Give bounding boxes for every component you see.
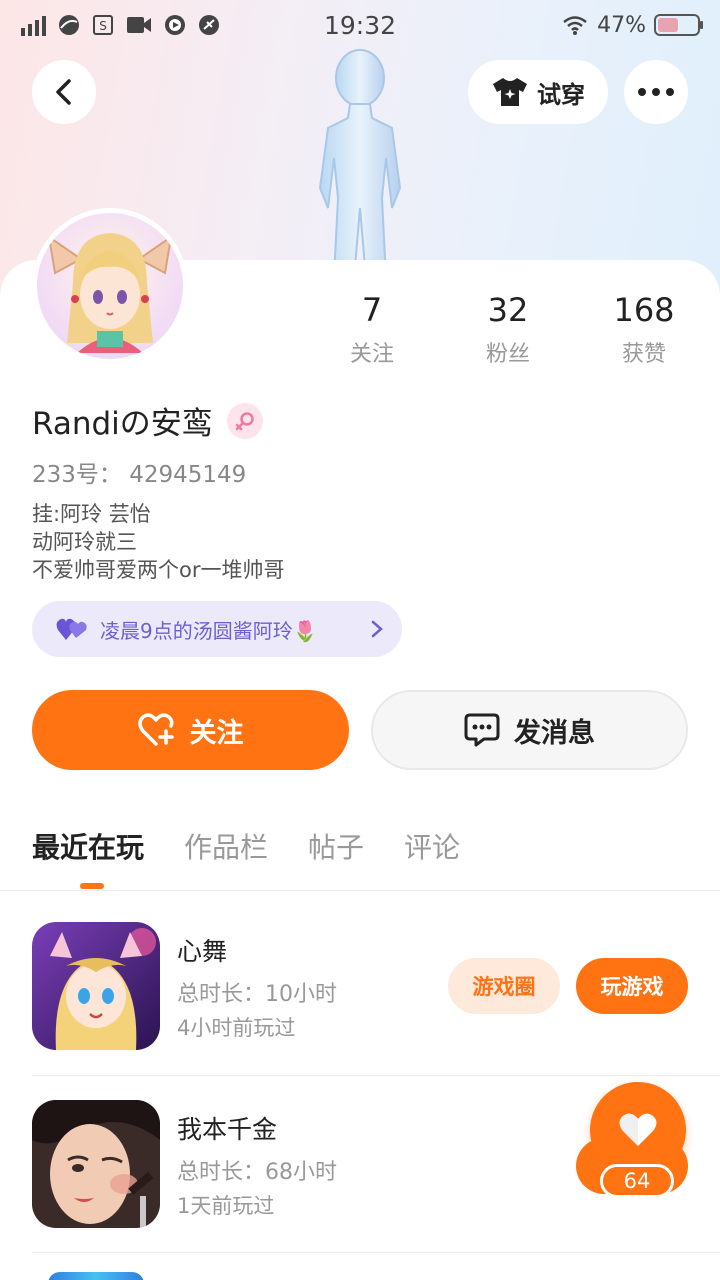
game-duration: 总时长：68小时 — [177, 1160, 337, 1185]
game-title: 心舞 — [177, 937, 228, 966]
avatar-3d-figure — [318, 49, 402, 278]
game-artwork — [32, 1100, 160, 1228]
bio-line: 不爱帅哥爱两个or一堆帅哥 — [32, 558, 285, 582]
bio-line: 挂:阿玲 芸怡 — [32, 502, 151, 526]
play-game-button[interactable]: 玩游戏 — [576, 958, 688, 1014]
status-time: 19:32 — [323, 10, 397, 40]
avatar-illustration — [47, 233, 173, 353]
stat-label: 粉丝 — [485, 342, 530, 367]
gender-badge — [226, 402, 263, 439]
game-artwork — [32, 922, 160, 1050]
chat-icon — [464, 713, 500, 747]
heart-icon — [619, 1113, 657, 1146]
game-title: 我本千金 — [177, 1115, 278, 1144]
stat-label: 获赞 — [621, 342, 666, 367]
profile-stats: 7 关注 32 粉丝 168 获赞 — [304, 290, 712, 368]
stat-value: 168 — [613, 291, 675, 329]
more-icon — [638, 88, 674, 96]
tab-works[interactable]: 作品栏 — [184, 826, 268, 870]
stat-followers[interactable]: 32 粉丝 — [440, 290, 576, 368]
game-circle-button[interactable]: 游戏圈 — [448, 958, 560, 1014]
user-id: 233号： 42945149 — [32, 462, 247, 488]
stat-value: 7 — [361, 291, 383, 329]
heart-plus-icon — [137, 713, 174, 746]
tab-posts[interactable]: 帖子 — [308, 826, 364, 870]
chevron-right-icon — [371, 620, 383, 638]
stat-likes[interactable]: 168 获赞 — [576, 290, 712, 368]
try-on-label: 试穿 — [537, 80, 585, 109]
back-button[interactable] — [32, 60, 96, 124]
message-label: 发消息 — [514, 717, 595, 749]
more-button[interactable] — [624, 60, 688, 124]
bio: 挂:阿玲 芸怡 动阿玲就三 不爱帅哥爱两个or一堆帅哥 — [32, 500, 284, 584]
like-count: 64 — [600, 1164, 674, 1198]
shirt-icon — [493, 78, 527, 106]
avatar[interactable] — [32, 208, 188, 364]
game-last-played: 4小时前玩过 — [177, 1016, 296, 1040]
guardian-label: 凌晨9点的汤圆酱阿玲🌷 — [100, 618, 318, 643]
list-item[interactable]: 心舞 总时长：10小时 4小时前玩过 游戏圈 玩游戏 — [32, 922, 688, 1052]
row-divider — [32, 1075, 720, 1076]
double-heart-icon — [56, 618, 87, 640]
username: Randiの安鸾 — [32, 406, 213, 442]
profile-tabs: 最近在玩 作品栏 帖子 评论 — [32, 826, 460, 870]
follow-label: 关注 — [189, 717, 244, 749]
stat-following[interactable]: 7 关注 — [304, 290, 440, 368]
game-icon-next[interactable] — [48, 1272, 144, 1280]
tab-comments[interactable]: 评论 — [404, 826, 460, 870]
tab-divider — [0, 890, 720, 891]
follow-button[interactable]: 关注 — [32, 690, 349, 770]
back-icon — [56, 79, 71, 105]
female-icon — [235, 411, 254, 430]
row-divider — [32, 1252, 720, 1253]
game-icon-xinwu[interactable] — [32, 922, 160, 1050]
game-icon-wobenqianjin[interactable] — [32, 1100, 160, 1228]
name-row: Randiの安鸾 — [32, 398, 263, 443]
guardian-pill[interactable]: 凌晨9点的汤圆酱阿玲🌷 — [32, 601, 402, 657]
try-on-button[interactable]: 试穿 — [468, 60, 608, 124]
active-tab-indicator — [80, 883, 104, 889]
game-duration: 总时长：10小时 — [177, 982, 337, 1007]
status-bar: S 19:32 47% — [0, 0, 720, 50]
stat-value: 32 — [487, 291, 529, 329]
bio-line: 动阿玲就三 — [32, 530, 137, 554]
stat-label: 关注 — [349, 342, 394, 367]
tab-recent-play[interactable]: 最近在玩 — [32, 826, 144, 870]
game-last-played: 1天前玩过 — [177, 1194, 275, 1218]
message-button[interactable]: 发消息 — [371, 690, 688, 770]
